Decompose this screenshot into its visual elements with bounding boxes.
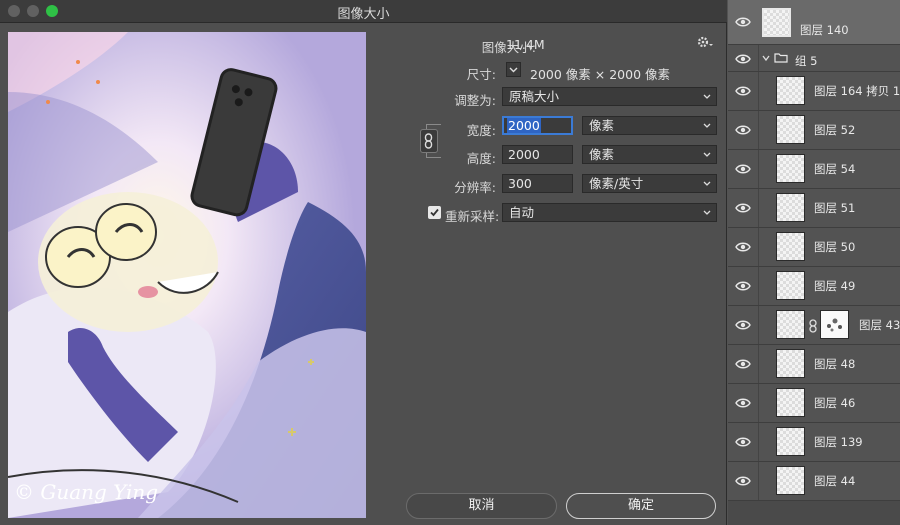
resample-value: 自动 <box>509 205 535 220</box>
layer-row[interactable]: 图层 54 <box>728 150 900 189</box>
chevron-down-icon <box>703 152 711 157</box>
dimensions-toggle[interactable] <box>506 62 521 77</box>
eye-icon[interactable] <box>735 85 751 97</box>
width-unit-select[interactable]: 像素 <box>582 116 717 135</box>
fit-to-label: 调整为: <box>454 93 496 108</box>
resample-label: 重新采样: <box>445 209 500 224</box>
eye-icon[interactable] <box>735 436 751 448</box>
mask-link-icon[interactable] <box>808 319 818 333</box>
layer-thumbnail <box>776 466 805 495</box>
height-field[interactable]: 2000 <box>502 145 573 164</box>
width-field[interactable]: 2000 <box>502 116 573 135</box>
resolution-field[interactable]: 300 <box>502 174 573 193</box>
resample-select[interactable]: 自动 <box>502 203 717 222</box>
eye-icon[interactable] <box>735 16 751 28</box>
resolution-value: 300 <box>508 176 532 191</box>
eye-icon[interactable] <box>735 358 751 370</box>
preview-illustration <box>8 32 366 518</box>
chevron-down-icon <box>703 181 711 186</box>
resolution-label: 分辨率: <box>454 180 496 195</box>
layer-name: 图层 54 <box>814 162 856 176</box>
layer-thumbnail <box>776 271 805 300</box>
resolution-unit-value: 像素/英寸 <box>589 176 644 191</box>
layer-row[interactable]: 图层 48 <box>728 345 900 384</box>
checkmark-icon <box>430 208 439 217</box>
layer-thumbnail <box>776 310 805 339</box>
layer-thumbnail <box>776 232 805 261</box>
layer-name: 图层 139 <box>814 435 863 449</box>
layer-name: 图层 52 <box>814 123 856 137</box>
eye-icon[interactable] <box>735 163 751 175</box>
height-unit-select[interactable]: 像素 <box>582 145 717 164</box>
layer-name: 图层 140 <box>800 23 849 37</box>
group-row[interactable]: 组 5 <box>728 45 900 72</box>
layer-name: 图层 44 <box>814 474 856 488</box>
layer-row[interactable]: 图层 46 <box>728 384 900 423</box>
layer-name: 图层 49 <box>814 279 856 293</box>
eye-icon[interactable] <box>735 241 751 253</box>
image-preview[interactable]: © Guang Ying <box>8 32 366 518</box>
resample-checkbox[interactable] <box>428 206 441 219</box>
ok-button[interactable]: 确定 <box>566 493 716 519</box>
height-unit-value: 像素 <box>589 147 615 162</box>
layer-thumbnail <box>776 349 805 378</box>
height-value: 2000 <box>508 147 540 162</box>
layer-row[interactable]: 图层 50 <box>728 228 900 267</box>
layer-row[interactable]: 图层 49 <box>728 267 900 306</box>
layer-name: 图层 164 拷贝 11 <box>814 84 900 98</box>
layer-thumbnail <box>762 8 791 37</box>
layers-footer-toolbar <box>728 501 900 525</box>
layer-name: 图层 50 <box>814 240 856 254</box>
layers-panel: 图层 140 组 5 图层 164 拷贝 11 图层 52 图层 54 图层 5… <box>728 0 900 525</box>
layer-name: 图层 48 <box>814 357 856 371</box>
fit-to-select[interactable]: 原稿大小 <box>502 87 717 106</box>
eye-icon[interactable] <box>735 53 751 65</box>
width-value: 2000 <box>507 118 541 133</box>
layer-thumbnail <box>776 115 805 144</box>
width-unit-value: 像素 <box>589 118 615 133</box>
dimensions-value: 2000 像素 × 2000 像素 <box>530 67 670 82</box>
layer-name: 图层 46 <box>814 396 856 410</box>
chevron-down-icon <box>509 67 518 73</box>
layer-row[interactable]: 图层 164 拷贝 11 <box>728 72 900 111</box>
chevron-down-icon[interactable] <box>762 54 770 62</box>
layer-mask-thumbnail[interactable] <box>820 310 849 339</box>
eye-icon[interactable] <box>735 280 751 292</box>
resolution-unit-select[interactable]: 像素/英寸 <box>582 174 717 193</box>
layer-row[interactable]: 图层 139 <box>728 423 900 462</box>
fit-to-value: 原稿大小 <box>509 89 560 104</box>
chevron-down-icon <box>703 94 711 99</box>
dimensions-label: 尺寸: <box>466 67 496 82</box>
chevron-down-icon <box>703 210 711 215</box>
eye-icon[interactable] <box>735 475 751 487</box>
layer-thumbnail <box>776 154 805 183</box>
title-bar: 图像大小 <box>0 0 727 23</box>
layer-row[interactable]: 图层 52 <box>728 111 900 150</box>
settings-gear-icon[interactable] <box>697 35 715 49</box>
eye-icon[interactable] <box>735 397 751 409</box>
height-label: 高度: <box>466 151 496 166</box>
group-name: 组 5 <box>795 54 818 68</box>
layer-name: 图层 51 <box>814 201 856 215</box>
layer-row[interactable]: 图层 51 <box>728 189 900 228</box>
layer-row[interactable]: 图层 44 <box>728 462 900 501</box>
image-size-dialog: 图像大小 © Guang Ying 图像大小: 11.4M 尺寸: 2000 像… <box>0 0 727 525</box>
eye-icon[interactable] <box>735 202 751 214</box>
layer-row[interactable]: 图层 43 <box>728 306 900 345</box>
window-title: 图像大小 <box>337 7 390 22</box>
width-label: 宽度: <box>466 123 496 138</box>
folder-icon <box>774 53 788 63</box>
layer-name: 图层 43 <box>859 318 900 332</box>
eye-icon[interactable] <box>735 124 751 136</box>
layer-thumbnail <box>776 76 805 105</box>
layer-thumbnail <box>776 427 805 456</box>
cancel-button[interactable]: 取消 <box>406 493 557 519</box>
image-size-value: 11.4M <box>506 37 545 52</box>
chevron-down-icon <box>703 123 711 128</box>
eye-icon[interactable] <box>735 319 751 331</box>
layer-thumbnail <box>776 388 805 417</box>
layer-thumbnail <box>776 193 805 222</box>
layer-row[interactable]: 图层 140 <box>728 0 900 45</box>
watermark: © Guang Ying <box>14 480 159 504</box>
